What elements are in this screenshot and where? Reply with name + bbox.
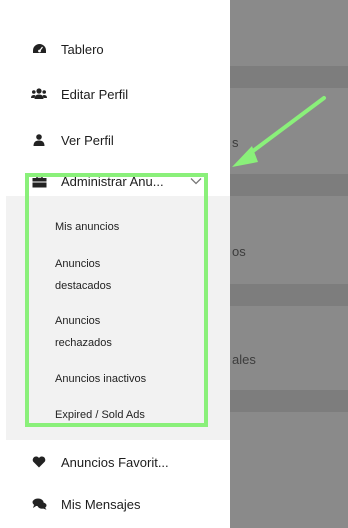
heart-icon — [31, 454, 47, 470]
backdrop-text: s — [232, 135, 239, 150]
backdrop-band — [230, 174, 348, 196]
menu-item-label: Anuncios Favorit... — [61, 454, 169, 470]
menu-item-label: Mis Mensajes — [61, 496, 141, 512]
chevron-down-icon[interactable] — [190, 177, 202, 185]
menu-item-administrar-anuncios[interactable]: Administrar Anu... — [0, 161, 230, 201]
chat-icon — [31, 496, 47, 512]
backdrop-band — [230, 284, 348, 306]
menu-item-label: Administrar Anu... — [61, 173, 164, 189]
backdrop-band — [230, 66, 348, 88]
menu-item-ver-perfil[interactable]: Ver Perfil — [0, 120, 230, 160]
navigation-drawer: Tablero Editar Perfil Ver Perfil Adminis… — [0, 0, 230, 528]
submenu-item-anuncios-rechazados[interactable]: Anuncios rechazados — [55, 310, 112, 354]
menu-item-label: Editar Perfil — [61, 86, 129, 102]
menu-item-label: Tablero — [61, 41, 104, 57]
user-icon — [31, 132, 47, 148]
menu-item-anuncios-favoritos[interactable]: Anuncios Favorit... — [0, 442, 230, 482]
submenu-item-expired-sold-ads[interactable]: Expired / Sold Ads — [55, 404, 145, 426]
users-icon — [31, 86, 47, 102]
briefcase-icon — [31, 173, 47, 189]
submenu-item-anuncios-destacados[interactable]: Anuncios destacados — [55, 253, 111, 297]
backdrop-band — [230, 390, 348, 412]
submenu-administrar-anuncios: Mis anuncios Anuncios destacados Anuncio… — [6, 196, 230, 440]
menu-item-editar-perfil[interactable]: Editar Perfil — [0, 74, 230, 114]
submenu-item-mis-anuncios[interactable]: Mis anuncios — [55, 216, 119, 238]
menu-item-mis-mensajes[interactable]: Mis Mensajes — [0, 484, 230, 524]
submenu-item-anuncios-inactivos[interactable]: Anuncios inactivos — [55, 368, 146, 390]
menu-item-tablero[interactable]: Tablero — [0, 29, 230, 69]
page-backdrop[interactable]: s os ales — [230, 0, 348, 528]
dashboard-icon — [31, 41, 47, 57]
backdrop-text: ales — [232, 352, 256, 367]
backdrop-text: os — [232, 244, 246, 259]
menu-item-label: Ver Perfil — [61, 132, 114, 148]
